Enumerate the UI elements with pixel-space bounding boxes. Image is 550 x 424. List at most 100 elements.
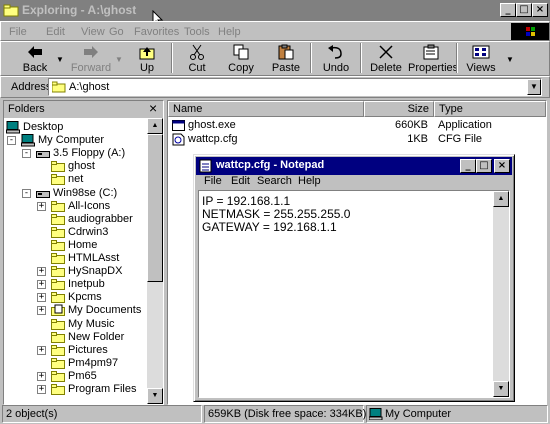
collapse-icon[interactable]: - [7,136,16,145]
folders-header: Folders × [4,100,163,118]
tree-item-label: Pictures [68,344,108,356]
undo-button[interactable]: Undo [315,43,357,75]
file-type: CFG File [438,133,482,145]
scroll-up-icon[interactable]: ▲ [493,191,509,207]
status-disk: 659KB (Disk free space: 334KB) [204,405,366,423]
menu-favorites[interactable]: Favorites [134,26,179,38]
windows-logo [511,23,549,40]
back-button[interactable]: Back [14,43,56,75]
toolbar-separator [456,43,458,73]
file-row[interactable]: ghost.exe 660KB Application [170,119,546,133]
notepad-title-bar[interactable]: wattcp.cfg - Notepad _ □ × [196,157,512,175]
folder-icon [51,332,65,343]
expand-icon[interactable]: + [37,280,46,289]
tree-item-label: net [68,173,84,185]
file-name: ghost.exe [188,119,236,131]
notepad-minimize-button[interactable]: _ [460,159,476,173]
toolbar-separator [310,43,312,73]
expand-icon[interactable]: + [37,267,46,276]
folder-icon [51,345,65,356]
collapse-icon[interactable]: - [22,149,31,158]
toolbar-separator [360,43,362,73]
paste-button[interactable]: Paste [265,43,307,75]
file-size: 1KB [407,133,428,145]
address-dropdown-icon[interactable]: ▼ [527,79,541,95]
maximize-button[interactable]: □ [516,3,532,17]
computer-icon [369,408,383,420]
column-header-size[interactable]: Size [364,101,434,117]
views-dropdown-icon[interactable]: ▼ [506,55,514,64]
views-button[interactable]: Views [460,43,502,75]
menu-edit[interactable]: Edit [46,26,65,38]
scroll-thumb[interactable] [147,134,163,282]
notepad-menu-help[interactable]: Help [298,175,321,187]
copy-button[interactable]: Copy [220,43,262,75]
expand-icon[interactable]: + [37,306,46,315]
file-type: Application [438,119,492,131]
expand-icon[interactable]: + [37,346,46,355]
forward-button[interactable]: Forward [70,43,112,75]
folder-icon [51,371,65,382]
notepad-menu-search[interactable]: Search [257,175,292,187]
properties-icon [423,44,439,60]
tree-item-label: My Documents [68,304,142,316]
menu-view[interactable]: View [81,26,105,38]
up-button[interactable]: Up [126,43,168,75]
menu-file[interactable]: File [9,26,27,38]
scroll-down-icon[interactable]: ▼ [493,381,509,397]
folder-icon [51,253,65,264]
folder-icon [51,266,65,277]
properties-label: Properties [408,62,459,74]
back-label: Back [22,62,48,74]
toolbar-separator [171,43,173,73]
explorer-title-bar[interactable]: Exploring - A:\ghost _ □ × [0,0,550,21]
properties-button[interactable]: Properties [408,43,459,75]
column-header-name[interactable]: Name [168,101,364,117]
folder-icon [51,358,65,369]
close-button[interactable]: × [532,3,548,17]
status-objects: 2 object(s) [2,405,202,423]
scroll-up-icon[interactable]: ▲ [147,118,163,134]
column-type-label: Type [439,103,463,115]
delete-label: Delete [370,62,402,74]
folder-icon [51,279,65,290]
folders-close-icon[interactable]: × [149,100,157,116]
tree-item-label: Inetpub [68,278,105,290]
minimize-button[interactable]: _ [500,3,516,17]
notepad-scrollbar[interactable]: ▲ ▼ [493,191,509,397]
notepad-close-button[interactable]: × [494,159,510,173]
expand-icon[interactable]: + [37,293,46,302]
status-zone: My Computer [366,405,548,423]
cfg-file-icon [172,133,185,146]
paste-clipboard-icon [278,44,294,60]
menu-help[interactable]: Help [218,26,241,38]
desktop-icon [6,121,20,134]
text-line: NETMASK = 255.255.255.0 [202,207,351,221]
delete-x-icon [379,45,393,59]
file-row[interactable]: wattcp.cfg 1KB CFG File [170,133,546,147]
tree-item-label: audiograbber [68,213,133,225]
notepad-menu-file[interactable]: File [204,175,222,187]
copy-label: Copy [228,62,254,74]
collapse-icon[interactable]: - [22,189,31,198]
expand-icon[interactable]: + [37,202,46,211]
scissors-icon [190,44,204,60]
address-input[interactable]: A:\ghost ▼ [48,78,542,96]
tree-item-label: Cdrwin3 [68,226,109,238]
scroll-down-icon[interactable]: ▼ [147,388,163,404]
expand-icon[interactable]: + [37,385,46,394]
notepad-menu-edit[interactable]: Edit [231,175,250,187]
back-dropdown-icon[interactable]: ▼ [56,55,64,64]
notepad-text-area[interactable]: IP = 192.168.1.1 NETMASK = 255.255.255.0… [198,190,510,398]
delete-button[interactable]: Delete [365,43,407,75]
expand-icon[interactable]: + [37,372,46,381]
folder-icon [51,292,65,303]
folders-scrollbar[interactable]: ▲ ▼ [147,118,163,404]
column-header-type[interactable]: Type [434,101,546,117]
notepad-maximize-button[interactable]: □ [476,159,492,173]
menu-go[interactable]: Go [109,26,124,38]
cut-button[interactable]: Cut [176,43,218,75]
menu-tools[interactable]: Tools [184,26,210,38]
tree-item-label: My Music [68,318,115,330]
forward-dropdown-icon[interactable]: ▼ [115,55,123,64]
